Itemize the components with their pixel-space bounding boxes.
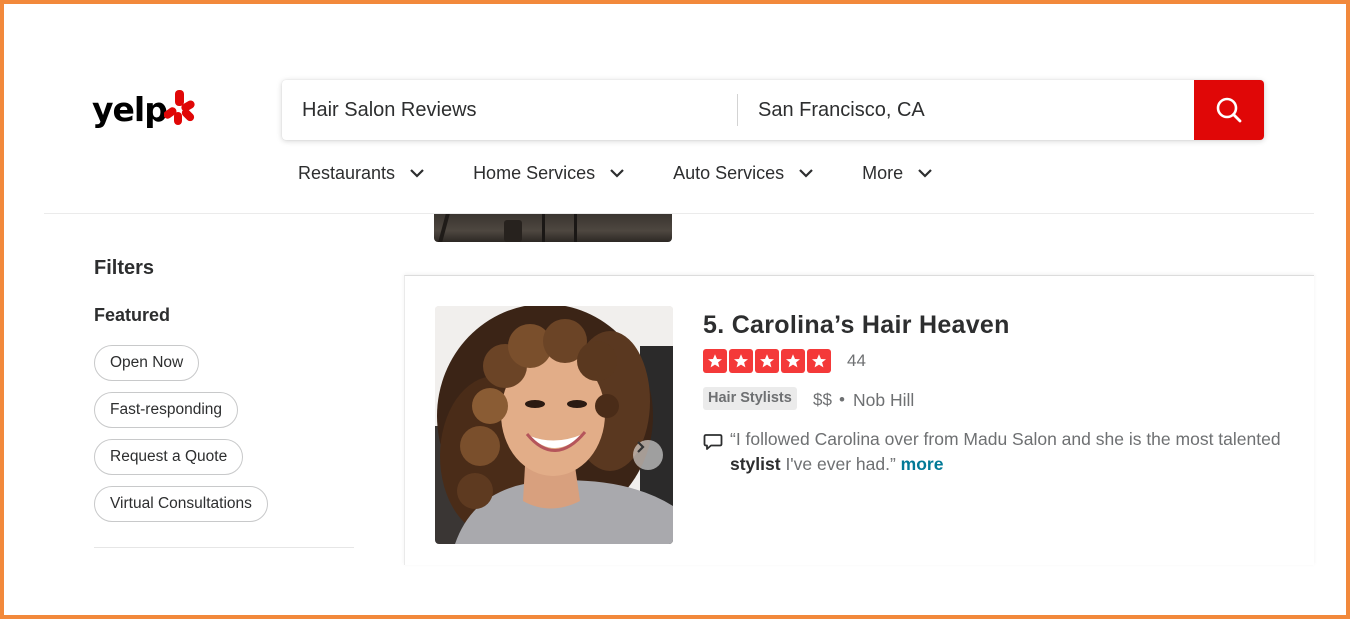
nav-home-services[interactable]: Home Services <box>473 158 625 188</box>
page-frame: yelp Hair Salon Reviews San Francisco, C… <box>0 0 1350 619</box>
sidebar-divider <box>94 547 354 548</box>
chevron-down-icon <box>610 169 624 178</box>
review-snippet: “I followed Carolina over from Madu Salo… <box>730 427 1320 477</box>
nav-auto-services[interactable]: Auto Services <box>673 158 814 188</box>
category-tag[interactable]: Hair Stylists <box>703 387 797 410</box>
featured-heading: Featured <box>94 305 171 325</box>
yelp-burst-icon <box>164 90 195 125</box>
filter-chip-virtual-consultations[interactable]: Virtual Consultations <box>94 486 268 522</box>
speech-bubble-icon <box>703 434 723 450</box>
snippet-highlight: stylist <box>730 454 781 474</box>
nav-label: Restaurants <box>298 162 396 183</box>
logo-wordmark: yelp <box>92 90 168 129</box>
nav-label: More <box>862 162 904 183</box>
star-icon <box>755 349 779 373</box>
find-input[interactable]: Hair Salon Reviews <box>302 80 732 140</box>
chevron-down-icon <box>410 169 424 178</box>
nav-more[interactable]: More <box>862 158 933 188</box>
filters-heading: Filters <box>94 257 155 279</box>
search-icon <box>1216 97 1242 123</box>
star-icon <box>807 349 831 373</box>
previous-result-photo[interactable] <box>434 214 672 242</box>
snippet-text-end: I've ever had.” <box>780 454 901 474</box>
search-bar: Hair Salon Reviews San Francisco, CA <box>282 80 1264 140</box>
location-input[interactable]: San Francisco, CA <box>758 80 1188 140</box>
star-rating <box>703 349 831 373</box>
star-icon <box>703 349 727 373</box>
business-photo[interactable] <box>435 306 673 544</box>
chevron-down-icon <box>799 169 813 178</box>
review-count[interactable]: 44 <box>847 350 866 372</box>
search-divider <box>737 94 738 126</box>
snippet-text: “I followed Carolina over from Madu Salo… <box>730 429 1281 449</box>
nav-label: Home Services <box>473 162 596 183</box>
filter-chip-request-quote[interactable]: Request a Quote <box>94 439 244 475</box>
nav-restaurants[interactable]: Restaurants <box>298 158 425 188</box>
price-range: $$ <box>813 390 832 409</box>
neighborhood: Nob Hill <box>853 390 915 410</box>
search-button[interactable] <box>1194 80 1264 140</box>
more-link[interactable]: more <box>901 454 944 474</box>
star-icon <box>781 349 805 373</box>
filter-chip-open-now[interactable]: Open Now <box>94 345 200 381</box>
header-divider <box>44 213 1314 214</box>
category-nav: Restaurants Home Services Auto Services … <box>298 158 933 188</box>
chevron-down-icon <box>918 169 932 178</box>
chevron-right-icon <box>637 441 645 453</box>
nav-label: Auto Services <box>673 162 785 183</box>
business-name[interactable]: 5. Carolina’s Hair Heaven <box>703 311 1010 340</box>
separator-dot: • <box>839 390 845 409</box>
portrait-image <box>435 306 673 544</box>
result-card: 5. Carolina’s Hair Heaven 44 Hair Stylis… <box>404 275 1314 565</box>
yelp-logo[interactable]: yelp <box>92 88 196 132</box>
filter-chip-fast-responding[interactable]: Fast-responding <box>94 392 239 428</box>
star-icon <box>729 349 753 373</box>
carousel-next-button[interactable] <box>633 440 663 470</box>
